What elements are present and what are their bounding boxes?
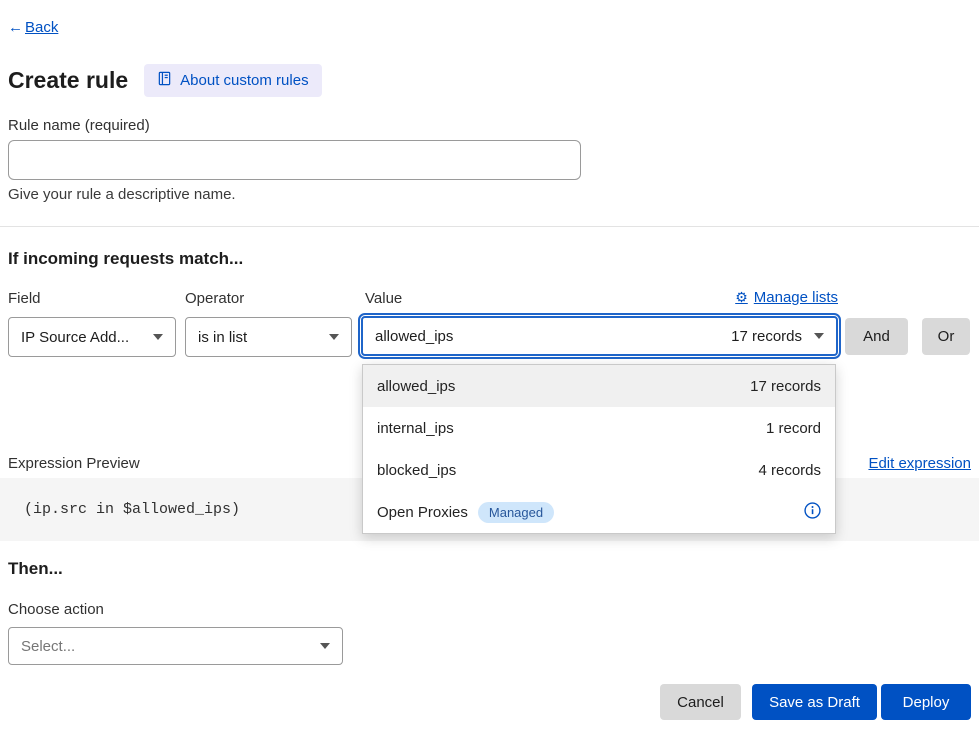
chevron-down-icon [814, 333, 824, 339]
or-button[interactable]: Or [922, 318, 970, 355]
action-select-placeholder: Select... [21, 638, 75, 655]
field-select[interactable]: IP Source Add... [8, 317, 176, 357]
page-title: Create rule [8, 67, 128, 94]
expression-code-text: (ip.src in $allowed_ips) [24, 501, 240, 518]
operator-column-label: Operator [185, 290, 244, 307]
value-select[interactable]: allowed_ips 17 records [361, 316, 838, 356]
create-rule-page: ←Back Create rule About custom rules Rul… [0, 0, 979, 739]
manage-lists-link[interactable]: ⚙ Manage lists [735, 289, 838, 306]
rule-name-help: Give your rule a descriptive name. [8, 186, 236, 203]
field-column-label: Field [8, 290, 41, 307]
list-item-name: allowed_ips [377, 378, 455, 395]
value-select-records: 17 records [731, 328, 802, 345]
rule-name-label: Rule name (required) [8, 117, 150, 134]
list-item-name: Open Proxies [377, 504, 468, 521]
about-custom-rules-label: About custom rules [180, 72, 308, 89]
rule-name-input[interactable] [8, 140, 581, 180]
list-item-name: internal_ips [377, 420, 454, 437]
about-custom-rules-link[interactable]: About custom rules [144, 64, 321, 97]
save-as-draft-button[interactable]: Save as Draft [752, 684, 877, 720]
value-select-value: allowed_ips [375, 328, 453, 345]
chevron-down-icon [153, 334, 163, 340]
expression-preview-label: Expression Preview [8, 455, 140, 472]
edit-expression-link[interactable]: Edit expression [868, 455, 971, 472]
list-item[interactable]: internal_ips 1 record [363, 407, 835, 449]
list-item-name: blocked_ips [377, 462, 456, 479]
info-icon[interactable] [804, 502, 821, 523]
section-divider [0, 226, 979, 227]
then-section-heading: Then... [8, 559, 63, 579]
back-link-label: Back [25, 19, 58, 36]
value-column-label: Value [365, 290, 402, 307]
match-section-heading: If incoming requests match... [8, 249, 243, 269]
gear-icon: ⚙ [735, 289, 748, 306]
list-item-records: 17 records [750, 378, 821, 395]
field-select-value: IP Source Add... [21, 329, 129, 346]
chevron-down-icon [320, 643, 330, 649]
list-item[interactable]: blocked_ips 4 records [363, 449, 835, 491]
chevron-down-icon [329, 334, 339, 340]
choose-action-label: Choose action [8, 601, 104, 618]
title-row: Create rule About custom rules [8, 64, 322, 97]
list-item-records: 1 record [766, 420, 821, 437]
operator-select-value: is in list [198, 329, 247, 346]
list-item-records: 4 records [758, 462, 821, 479]
list-item[interactable]: Open Proxies Managed [363, 491, 835, 533]
action-select[interactable]: Select... [8, 627, 343, 665]
deploy-button[interactable]: Deploy [881, 684, 971, 720]
manage-lists-label: Manage lists [754, 289, 838, 306]
cancel-button[interactable]: Cancel [660, 684, 741, 720]
back-link[interactable]: ←Back [8, 19, 58, 36]
and-button[interactable]: And [845, 318, 908, 355]
list-item[interactable]: allowed_ips 17 records [363, 365, 835, 407]
back-arrow-icon: ← [8, 19, 23, 36]
managed-badge: Managed [478, 502, 554, 523]
book-icon [157, 71, 172, 90]
operator-select[interactable]: is in list [185, 317, 352, 357]
list-dropdown-menu: allowed_ips 17 records internal_ips 1 re… [362, 364, 836, 534]
